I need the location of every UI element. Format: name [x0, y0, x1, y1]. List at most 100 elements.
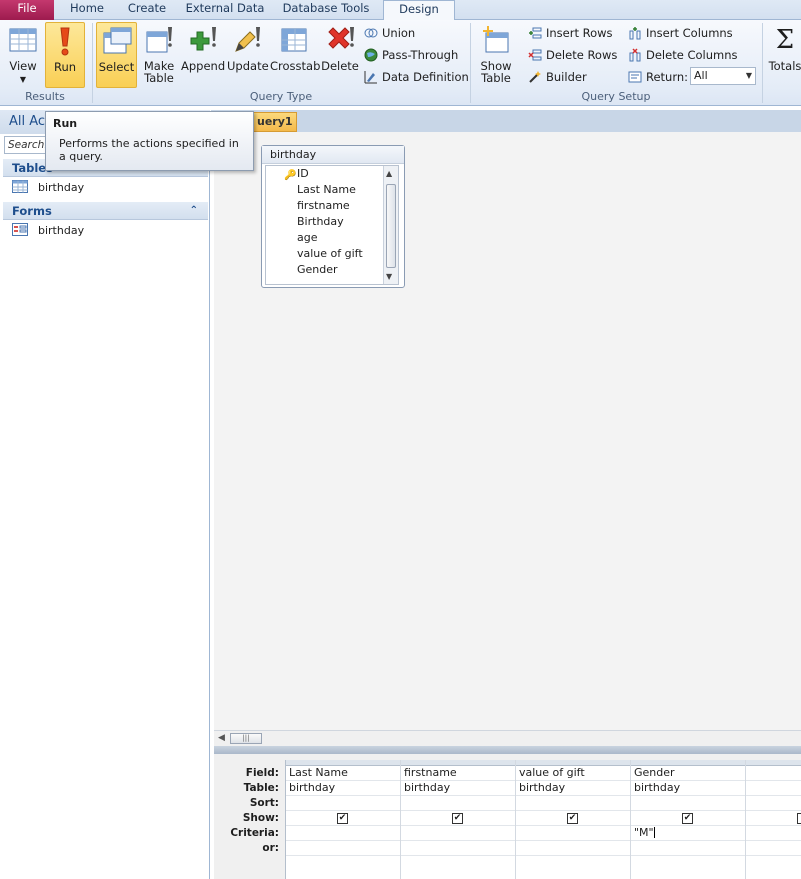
grid-cell-table[interactable]: birthday — [516, 781, 630, 796]
grid-cell-show: ✔ — [401, 811, 515, 826]
grid-cell-table[interactable] — [746, 781, 801, 796]
grid-cell-or[interactable] — [286, 841, 400, 856]
update-button[interactable]: Update — [227, 22, 269, 88]
return-combo[interactable]: All ▼ — [690, 67, 756, 85]
grid-cell-criteria[interactable]: "M" — [631, 826, 745, 841]
show-checkbox[interactable]: ✔ — [452, 813, 463, 824]
field-item[interactable]: 🔑 ID — [266, 166, 398, 182]
pass-through-button[interactable]: Pass-Through — [364, 46, 458, 64]
union-button[interactable]: Union — [364, 24, 415, 42]
show-checkbox[interactable]: ✔ — [682, 813, 693, 824]
crosstab-button[interactable]: Crosstab — [270, 22, 321, 88]
grid-column[interactable]: Gender birthday ✔ "M" — [631, 760, 746, 879]
data-definition-button[interactable]: Data Definition — [364, 68, 469, 86]
insert-columns-button[interactable]: Insert Columns — [628, 24, 733, 42]
select-button[interactable]: Select — [96, 22, 137, 88]
tab-external-data[interactable]: External Data — [182, 0, 268, 20]
grid-cell-or[interactable] — [746, 841, 801, 856]
crosstab-label: Crosstab — [270, 59, 321, 73]
delete-button[interactable]: Delete — [321, 22, 359, 88]
field-item[interactable]: value of gift — [266, 246, 398, 262]
grid-cell-field[interactable]: Last Name — [286, 766, 400, 781]
select-label: Select — [98, 60, 135, 74]
tab-design[interactable]: Design — [383, 0, 455, 21]
grid-cell-or[interactable] — [631, 841, 745, 856]
insert-rows-button[interactable]: Insert Rows — [528, 24, 613, 42]
grid-cell-sort[interactable] — [401, 796, 515, 811]
ribbon-tab-bar: File Home Create External Data Database … — [0, 0, 801, 21]
show-table-button[interactable]: Show Table — [476, 22, 516, 88]
show-checkbox[interactable] — [797, 813, 801, 824]
grid-cell-field[interactable]: firstname — [401, 766, 515, 781]
grid-cell-criteria[interactable] — [286, 826, 400, 841]
grid-cell-sort[interactable] — [516, 796, 630, 811]
append-icon — [190, 27, 216, 51]
grid-cell-or[interactable] — [401, 841, 515, 856]
scroll-left-icon[interactable]: ◀ — [218, 733, 225, 743]
field-label: age — [297, 231, 318, 244]
data-definition-icon — [364, 71, 377, 84]
grid-cell-table[interactable]: birthday — [401, 781, 515, 796]
field-item[interactable]: age — [266, 230, 398, 246]
grid-cell-criteria[interactable] — [746, 826, 801, 841]
grid-cell-sort[interactable] — [631, 796, 745, 811]
pane-splitter[interactable] — [214, 746, 801, 754]
grid-cell-field[interactable] — [746, 766, 801, 781]
field-item[interactable]: Birthday — [266, 214, 398, 230]
grid-cell-sort[interactable] — [746, 796, 801, 811]
make-table-button[interactable]: Make Table — [140, 22, 178, 88]
designer-horizontal-scrollbar[interactable]: ◀ ||| — [214, 730, 801, 746]
nav-section-forms[interactable]: Forms ⌃ — [3, 202, 208, 220]
insert-rows-label: Insert Rows — [546, 26, 613, 40]
nav-item-table-birthday[interactable]: birthday — [12, 180, 84, 196]
delete-rows-button[interactable]: Delete Rows — [528, 46, 617, 64]
show-table-icon — [483, 26, 509, 53]
grid-cell-table[interactable]: birthday — [631, 781, 745, 796]
return-value: All — [694, 69, 708, 82]
field-item[interactable]: firstname — [266, 198, 398, 214]
grid-column[interactable]: firstname birthday ✔ — [401, 760, 516, 879]
tab-database-tools[interactable]: Database Tools — [278, 0, 374, 20]
grid-cell-or[interactable] — [516, 841, 630, 856]
return-text: Return: — [646, 70, 689, 84]
tab-create[interactable]: Create — [122, 0, 172, 20]
nav-item-form-birthday[interactable]: birthday — [12, 223, 84, 239]
field-list-title[interactable]: birthday — [262, 146, 404, 164]
view-label: View — [9, 59, 37, 73]
scroll-down-icon[interactable]: ▼ — [386, 272, 392, 281]
make-table-label-2: Table — [144, 71, 174, 85]
builder-button[interactable]: Builder — [528, 68, 587, 86]
scrollbar-thumb[interactable]: ||| — [230, 733, 262, 744]
append-button[interactable]: Append — [181, 22, 225, 88]
run-button[interactable]: Run — [45, 22, 85, 88]
grid-column[interactable]: Last Name birthday ✔ — [286, 760, 401, 879]
field-list-scrollbar[interactable]: ▲ ▼ — [383, 166, 398, 284]
show-checkbox[interactable]: ✔ — [567, 813, 578, 824]
totals-button[interactable]: Σ Totals — [766, 22, 801, 88]
grid-cell-sort[interactable] — [286, 796, 400, 811]
grid-cell-criteria[interactable] — [516, 826, 630, 841]
row-label-field: Field: — [245, 767, 279, 779]
grid-cell-criteria[interactable] — [401, 826, 515, 841]
row-label-criteria: Criteria: — [230, 827, 279, 839]
field-item[interactable]: Last Name — [266, 182, 398, 198]
collapse-up-icon[interactable]: ⌃ — [190, 202, 198, 220]
insert-rows-icon — [529, 27, 542, 39]
scroll-up-icon[interactable]: ▲ — [386, 169, 392, 178]
tab-home[interactable]: Home — [62, 0, 112, 20]
scrollbar-thumb[interactable] — [386, 184, 396, 268]
delete-columns-button[interactable]: Delete Columns — [628, 46, 737, 64]
grid-column-empty[interactable] — [746, 760, 801, 879]
tab-file[interactable]: File — [0, 0, 54, 20]
grid-row-labels: Field: Table: Sort: Show: Criteria: or: — [214, 766, 284, 856]
grid-cell-field[interactable]: value of gift — [516, 766, 630, 781]
query-design-grid: Last Name birthday ✔ firstname birthday … — [285, 760, 801, 879]
grid-cell-field[interactable]: Gender — [631, 766, 745, 781]
view-button[interactable]: View ▼ — [4, 22, 42, 88]
field-item[interactable]: Gender — [266, 262, 398, 278]
grid-cell-table[interactable]: birthday — [286, 781, 400, 796]
grid-column[interactable]: value of gift birthday ✔ — [516, 760, 631, 879]
show-checkbox[interactable]: ✔ — [337, 813, 348, 824]
union-label: Union — [382, 26, 416, 40]
field-list-birthday[interactable]: birthday 🔑 ID Last Name firstname Birthda… — [261, 145, 405, 288]
